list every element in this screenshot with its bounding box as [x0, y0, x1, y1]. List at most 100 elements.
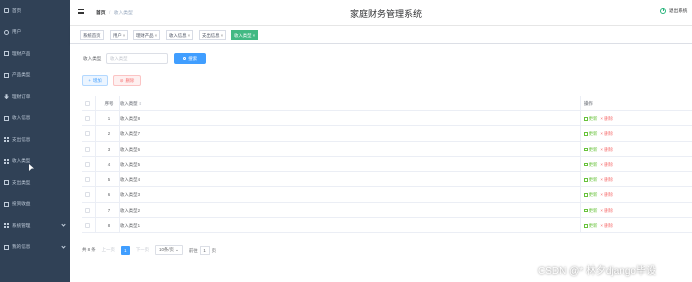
document-icon	[4, 180, 9, 186]
add-button[interactable]: + 增加	[82, 75, 108, 86]
sidebar-item-income[interactable]: 收入信息	[0, 108, 70, 130]
delete-button[interactable]: × 删除	[600, 116, 613, 121]
sidebar-item-label: 支出类型	[12, 179, 31, 185]
edit-button[interactable]: 更新	[584, 131, 597, 136]
row-checkbox[interactable]	[85, 116, 90, 121]
column-divider	[95, 202, 96, 218]
menu-toggle-icon[interactable]	[78, 9, 84, 14]
tag-income-types[interactable]: 收入类型×	[231, 30, 259, 40]
tag-home[interactable]: 系统首页	[80, 30, 104, 40]
logout-label: 退出系统	[669, 8, 688, 13]
download-icon	[4, 94, 9, 100]
tag-users[interactable]: 用户×	[110, 30, 129, 40]
sidebar-item-users[interactable]: 用户	[0, 22, 70, 44]
sidebar-item-income-types[interactable]: 收入类型	[0, 151, 70, 173]
sidebar-item-label: 投资收益	[12, 201, 31, 207]
search-label: 收入类型	[83, 56, 102, 61]
row-index: 4	[107, 161, 111, 167]
delete-button[interactable]: × 删除	[600, 147, 613, 152]
logout-button[interactable]: 退出系统	[660, 7, 688, 14]
sidebar-item-my-info[interactable]: 我的信息	[0, 237, 70, 259]
column-divider	[580, 218, 581, 233]
delete-button[interactable]: × 删除	[600, 177, 613, 182]
table-row: 7 收入类型2 更新 × 删除	[82, 202, 692, 219]
tag-income[interactable]: 收入信息×	[166, 30, 194, 40]
sidebar-item-system-management[interactable]: 系统管理	[0, 215, 70, 237]
sidebar-item-expense[interactable]: 支出信息	[0, 129, 70, 151]
select-all-checkbox[interactable]	[85, 101, 90, 106]
sidebar-item-home[interactable]: 首页	[0, 0, 70, 22]
goto-page-input[interactable]: 1	[199, 245, 210, 255]
row-name: 收入类型5	[120, 161, 141, 167]
document-icon	[4, 244, 9, 250]
delete-label: 删除	[604, 146, 613, 152]
column-divider	[95, 96, 96, 110]
header-name[interactable]: 收入类型⇕	[120, 96, 142, 111]
edit-icon	[584, 223, 588, 228]
sidebar-item-orders[interactable]: 理财订单	[0, 86, 70, 108]
edit-button[interactable]: 更新	[584, 162, 597, 167]
edit-button[interactable]: 更新	[584, 177, 597, 182]
tag-label: 用户	[113, 33, 122, 38]
row-checkbox[interactable]	[85, 223, 90, 229]
page-size-select[interactable]: 10条/页 ⌄	[155, 245, 183, 255]
top-header: 首页 / 收入类型 家庭财务管理系统 退出系统	[70, 0, 692, 26]
sidebar-item-investment-returns[interactable]: 投资收益	[0, 194, 70, 216]
sidebar-item-label: 理财订单	[12, 93, 31, 99]
row-actions: 更新 × 删除	[584, 187, 613, 202]
close-icon[interactable]: ×	[123, 33, 126, 38]
row-checkbox[interactable]	[85, 177, 90, 183]
delete-button[interactable]: × 删除	[600, 131, 613, 136]
delete-label: 删除	[604, 116, 613, 121]
edit-label: 更新	[588, 161, 598, 167]
sidebar-item-expense-types[interactable]: 支出类型	[0, 172, 70, 194]
main-content: 收入类型 搜索 + 增加 ⊘ 删除 序号 收入类型⇕ 操作 1 收入类型8	[70, 44, 692, 282]
delete-button[interactable]: × 删除	[600, 162, 613, 167]
chevron-down-icon: ⌄	[175, 247, 179, 252]
edit-icon	[584, 116, 588, 121]
sidebar-item-label: 系统管理	[12, 222, 31, 228]
row-checkbox[interactable]	[85, 146, 90, 152]
delete-button[interactable]: × 删除	[600, 223, 613, 228]
row-checkbox[interactable]	[85, 192, 90, 198]
sidebar-item-products[interactable]: 理财产品	[0, 43, 70, 65]
edit-button[interactable]: 更新	[584, 116, 597, 121]
batch-delete-button[interactable]: ⊘ 删除	[113, 75, 141, 86]
column-divider	[580, 141, 581, 156]
chevron-down-icon	[61, 222, 66, 227]
edit-button[interactable]: 更新	[584, 208, 597, 213]
next-page-button[interactable]: 下一页	[136, 247, 149, 253]
delete-button[interactable]: × 删除	[600, 192, 613, 197]
search-input[interactable]	[106, 53, 168, 64]
row-checkbox[interactable]	[85, 131, 90, 137]
breadcrumb-separator: /	[108, 11, 111, 16]
grid-icon	[4, 137, 9, 143]
close-icon[interactable]: ×	[221, 33, 224, 38]
grid-icon	[4, 158, 9, 164]
tag-label: 收入信息	[169, 33, 187, 38]
close-icon[interactable]: ×	[253, 33, 256, 38]
tag-products[interactable]: 理财产品×	[133, 30, 161, 40]
sort-icon[interactable]: ⇕	[139, 101, 142, 106]
delete-label: 删除	[604, 177, 613, 183]
delete-button[interactable]: × 删除	[600, 208, 613, 213]
row-checkbox[interactable]	[85, 161, 90, 167]
row-actions: 更新 × 删除	[584, 203, 613, 218]
tag-expense[interactable]: 支出信息×	[199, 30, 227, 40]
row-actions: 更新 × 删除	[584, 218, 613, 233]
goto-prefix: 前往	[188, 247, 198, 253]
breadcrumb-home[interactable]: 首页	[96, 11, 106, 16]
close-icon[interactable]: ×	[155, 33, 158, 38]
close-icon[interactable]: ×	[188, 33, 191, 38]
sidebar-item-product-types[interactable]: 产品类型	[0, 65, 70, 87]
row-index: 2	[107, 131, 111, 137]
search-button[interactable]: 搜索	[174, 53, 206, 64]
edit-button[interactable]: 更新	[584, 147, 597, 152]
table-row: 1 收入类型8 更新 × 删除	[82, 111, 692, 127]
edit-button[interactable]: 更新	[584, 223, 597, 228]
edit-button[interactable]: 更新	[584, 192, 597, 197]
row-checkbox[interactable]	[85, 207, 90, 213]
page-number-current[interactable]: 1	[120, 245, 130, 255]
prev-page-button[interactable]: 上一页	[102, 247, 115, 253]
row-index: 1	[107, 116, 111, 121]
